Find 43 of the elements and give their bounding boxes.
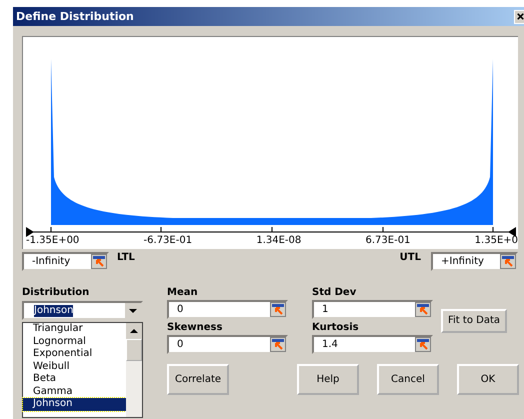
fit-to-data-button[interactable]: Fit to Data (441, 308, 507, 332)
action-button[interactable]: Cancel (377, 364, 439, 395)
picker-icon[interactable] (415, 302, 431, 317)
parameter-field[interactable]: 0 (167, 300, 288, 319)
scroll-thumb[interactable] (126, 339, 142, 361)
axis-label: 6.73E-01 (366, 235, 410, 247)
action-button[interactable]: Help (297, 364, 359, 395)
axis-label: -1.35E+00 (26, 235, 80, 247)
parameter-field[interactable]: 0 (167, 335, 288, 354)
picker-icon[interactable] (270, 337, 286, 352)
axis-label: -6.73E-01 (144, 235, 192, 247)
ltl-field[interactable]: -Infinity (22, 252, 109, 271)
parameter-label: Std Dev (312, 287, 358, 298)
distribution-dropdown[interactable]: Johnson (22, 301, 143, 320)
parameter-label: Kurtosis (312, 322, 360, 333)
distribution-label: Distribution (22, 287, 90, 298)
action-button[interactable]: OK (457, 364, 519, 395)
parameter-field[interactable]: 1 (312, 300, 433, 319)
picker-icon[interactable] (500, 254, 516, 269)
scrollbar[interactable] (126, 323, 142, 417)
list-item[interactable]: Johnson (23, 398, 126, 410)
action-button[interactable]: Correlate (167, 364, 229, 395)
parameter-label: Mean (167, 287, 199, 298)
window-title: Define Distribution (16, 10, 134, 23)
scroll-up-icon[interactable] (126, 323, 142, 339)
ltl-label: LTL (117, 252, 135, 263)
list-item[interactable]: Weibull (23, 360, 126, 373)
list-item[interactable]: Gamma (23, 386, 126, 398)
utl-field[interactable]: +Infinity (431, 252, 518, 271)
picker-icon[interactable] (415, 337, 431, 352)
picker-icon[interactable] (91, 254, 107, 269)
list-item[interactable]: Beta (23, 373, 126, 386)
parameter-label: Skewness (167, 322, 224, 333)
picker-icon[interactable] (270, 302, 286, 317)
close-icon (517, 12, 524, 21)
parameter-field[interactable]: 1.4 (312, 335, 433, 354)
list-item[interactable]: Exponential (23, 348, 126, 360)
list-item[interactable]: Triangular (23, 323, 126, 336)
axis-label: 1.35E+0 (474, 235, 518, 247)
utl-label: UTL (400, 252, 421, 263)
list-item[interactable]: Lognormal (23, 336, 126, 348)
close-button[interactable] (514, 10, 524, 24)
axis-label: 1.34E-08 (256, 235, 302, 247)
